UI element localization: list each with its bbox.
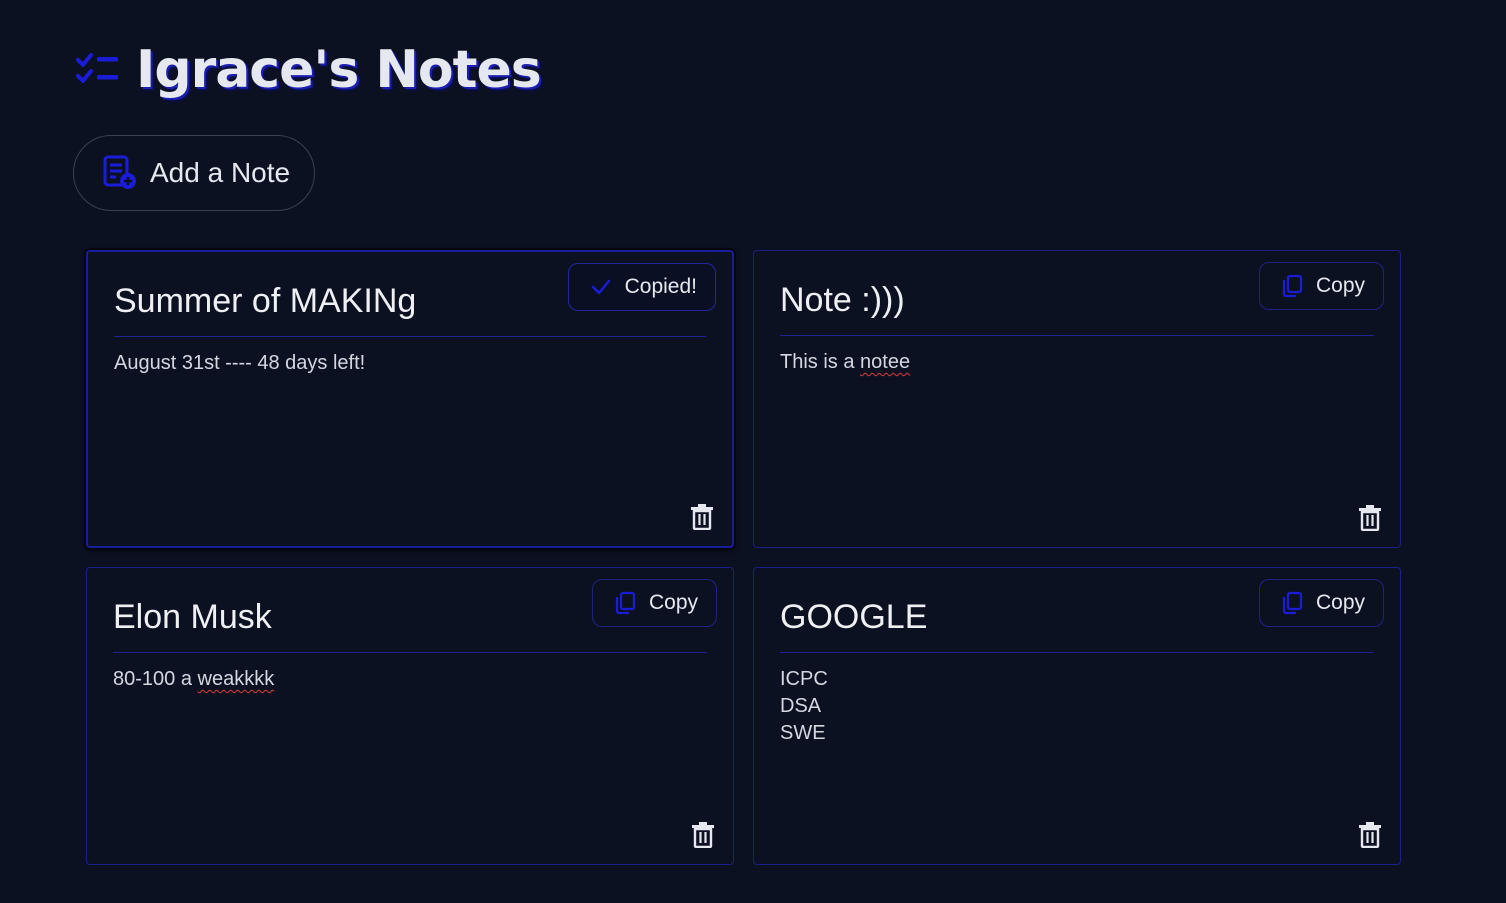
note-title: Summer of MAKINg	[114, 282, 417, 320]
copy-label: Copy	[648, 591, 698, 614]
add-note-button[interactable]: Add a Note	[73, 135, 315, 211]
copy-icon	[1282, 591, 1303, 615]
note-card[interactable]: GOOGLE Copy ICPC DSA SWE	[753, 567, 1401, 865]
note-card[interactable]: Summer of MAKINg Copied! August 31st ---…	[86, 250, 734, 548]
divider	[114, 336, 706, 337]
note-card[interactable]: Elon Musk Copy 80-100 a weakkkk	[86, 567, 734, 865]
add-note-label: Add a Note	[150, 157, 291, 188]
trash-icon[interactable]	[690, 504, 714, 530]
page-title: Igrace's Notes	[136, 40, 542, 100]
misspelled-word: notee	[860, 351, 911, 373]
notes-app: Igrace's Notes Add a Note Summer of MAKI…	[0, 0, 1506, 903]
checklist-icon	[76, 53, 118, 83]
copy-label: Copy	[1315, 591, 1365, 614]
copy-button[interactable]: Copy	[1258, 262, 1384, 310]
note-card[interactable]: Note :))) Copy This is a notee	[753, 250, 1401, 548]
copy-label: Copy	[1315, 274, 1365, 297]
copy-button[interactable]: Copied!	[567, 263, 716, 311]
note-title: Elon Musk	[113, 598, 272, 636]
note-body: This is a notee	[780, 349, 910, 376]
check-icon	[591, 279, 610, 295]
note-body: ICPC DSA SWE	[780, 668, 828, 744]
note-title: Note :)))	[780, 281, 905, 319]
app-header: Igrace's Notes	[76, 40, 542, 100]
trash-icon[interactable]	[691, 822, 715, 848]
note-add-icon	[103, 155, 136, 189]
trash-icon[interactable]	[1358, 822, 1382, 848]
copy-button[interactable]: Copy	[591, 579, 717, 627]
divider	[780, 652, 1374, 653]
copy-icon	[615, 591, 636, 615]
trash-icon[interactable]	[1358, 505, 1382, 531]
note-body: 80-100 a weakkkk	[113, 666, 274, 693]
note-body-text: 80-100 a	[113, 668, 198, 690]
note-title: GOOGLE	[780, 598, 928, 636]
misspelled-word: weakkkk	[197, 668, 275, 690]
note-body-text: This is a	[780, 351, 861, 373]
copy-icon	[1282, 274, 1303, 298]
copy-button[interactable]: Copy	[1258, 579, 1384, 627]
divider	[113, 652, 707, 653]
divider	[780, 335, 1374, 336]
copy-label: Copied!	[624, 275, 697, 298]
note-body: August 31st ---- 48 days left!	[114, 352, 366, 374]
